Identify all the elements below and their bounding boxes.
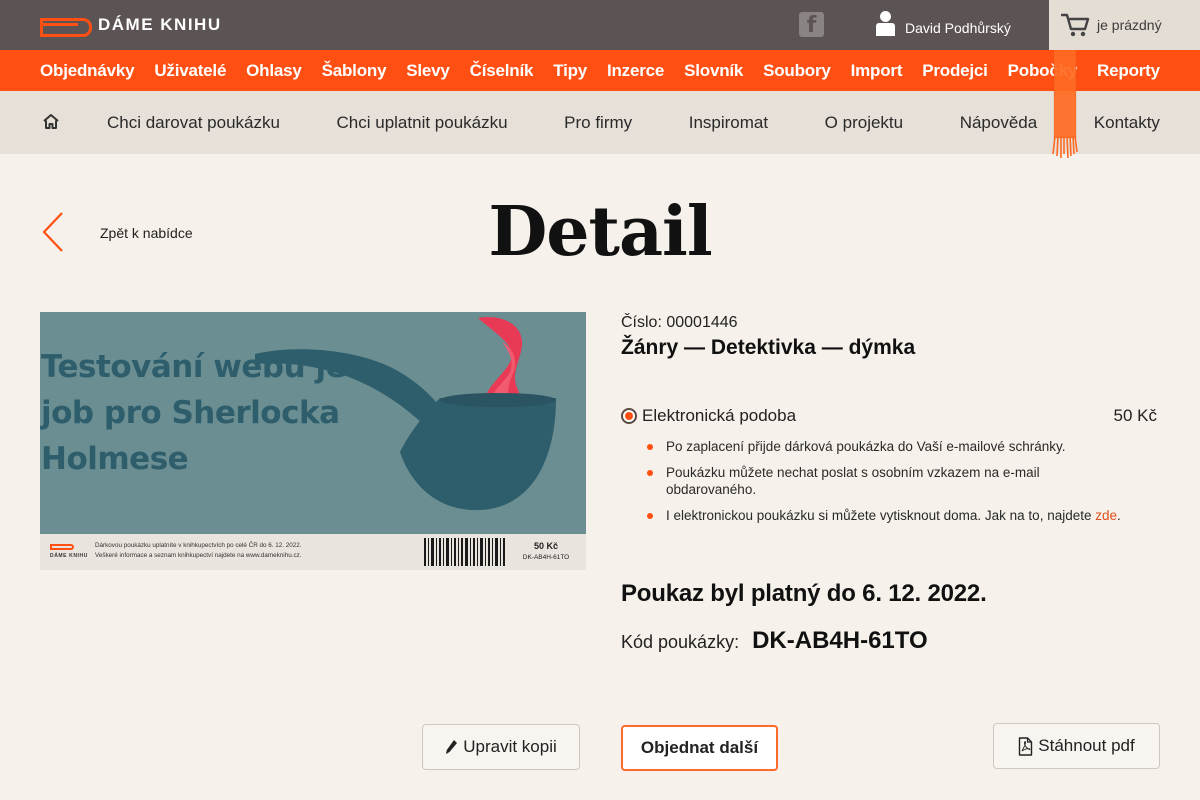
nav-darovat[interactable]: Chci darovat poukázku [107,113,280,133]
admin-nav-ciselnik[interactable]: Číselník [470,61,534,81]
admin-nav-sablony[interactable]: Šablony [322,61,387,81]
pdf-icon [1019,736,1033,756]
user-account[interactable]: David Podhůrský [875,11,1011,37]
format-option-label: Elektronická podoba [642,406,797,425]
nav-o-projektu[interactable]: O projektu [825,113,903,133]
validity-notice: Poukaz byl platný do 6. 12. 2022. [621,580,987,607]
order-more-button[interactable]: Objednat další [621,725,778,771]
barcode-icon [424,538,505,566]
admin-nav: Objednávky Uživatelé Ohlasy Šablony Slev… [0,50,1200,91]
voucher-genre: Žánry — Detektivka — dýmka [621,336,916,359]
home-icon[interactable] [41,112,61,132]
cart-status: je prázdný [1097,17,1162,33]
edit-copy-button[interactable]: Upravit kopii [422,724,580,770]
main-nav: Chci darovat poukázku Chci uplatnit pouk… [0,91,1200,154]
print-instructions-link[interactable]: zde [1095,508,1117,523]
admin-nav-uzivatele[interactable]: Uživatelé [154,61,226,81]
user-icon [875,11,897,37]
nav-pro-firmy[interactable]: Pro firmy [564,113,632,133]
voucher-footer: DÁME KNIHU Dárkovou poukázku uplatníte v… [40,534,586,570]
logo-mark-icon [40,15,92,37]
format-info-list: Po zaplacení přijde dárková poukázka do … [647,438,1127,533]
admin-nav-ohlasy[interactable]: Ohlasy [246,61,302,81]
site-logo[interactable]: DÁME KNIHU [40,15,222,37]
nav-uplatnit[interactable]: Chci uplatnit poukázku [337,113,508,133]
download-pdf-button[interactable]: Stáhnout pdf [993,723,1160,769]
voucher-code-row: Kód poukázky: DK-AB4H-61TO [621,627,928,655]
voucher-slogan: Testování webu je job pro Sherlocka Holm… [41,349,347,477]
format-option-electronic[interactable]: Elektronická podoba 50 Kč [621,406,1161,428]
cart-button[interactable]: je prázdný [1049,0,1200,50]
voucher-code-value: DK-AB4H-61TO [752,627,928,654]
cart-icon [1061,13,1090,37]
admin-nav-objednavky[interactable]: Objednávky [40,61,135,81]
page-title: Detail [488,192,712,272]
admin-nav-inzerce[interactable]: Inzerce [607,61,664,81]
admin-nav-soubory[interactable]: Soubory [763,61,831,81]
nav-kontakty[interactable]: Kontakty [1094,113,1160,133]
voucher-info: Číslo: 00001446 Žánry — Detektivka — dým… [621,314,1161,654]
admin-nav-slevy[interactable]: Slevy [406,61,450,81]
top-bar: DÁME KNIHU f David Podhůrský je prázdný [0,0,1200,50]
voucher-code-label: Kód poukázky: [621,632,740,652]
admin-nav-pobocky[interactable]: Pobočky [1008,61,1078,81]
voucher-preview-image: Testování webu je job pro Sherlocka Holm… [40,312,586,570]
nav-inspiromat[interactable]: Inspiromat [689,113,768,133]
info-bullet: Poukázku můžete nechat poslat s osobním … [647,464,1127,498]
facebook-icon[interactable]: f [799,12,824,38]
info-bullet: Po zaplacení přijde dárková poukázka do … [647,438,1127,455]
admin-nav-prodejci[interactable]: Prodejci [922,61,988,81]
admin-nav-slovnik[interactable]: Slovník [684,61,743,81]
admin-nav-tipy[interactable]: Tipy [553,61,587,81]
user-name: David Podhůrský [905,20,1011,36]
admin-nav-reporty[interactable]: Reporty [1097,61,1160,81]
nav-napoveda[interactable]: Nápověda [960,113,1038,133]
voucher-number: Číslo: 00001446 [621,314,738,331]
voucher-footer-text: Dárkovou poukázku uplatníte v knihkupect… [95,542,302,559]
logo-text: DÁME KNIHU [98,15,222,34]
format-option-price: 50 Kč [1113,406,1157,425]
voucher-logo: DÁME KNIHU [50,544,88,559]
pencil-icon [446,740,458,754]
voucher-price: 50 Kč [533,541,559,551]
format-radio[interactable] [621,408,637,424]
admin-nav-import[interactable]: Import [851,61,903,81]
info-bullet: I elektronickou poukázku si můžete vytis… [647,507,1127,524]
voucher-code: DK-AB4H-61TO [522,554,570,561]
